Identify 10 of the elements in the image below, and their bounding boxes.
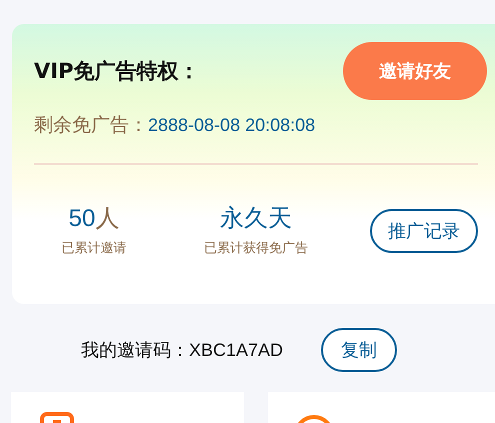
stat-value: 永久天	[220, 205, 292, 233]
expiry-value: 2888-08-08 20:08:08	[148, 115, 316, 136]
expiry-label: 剩余免广告：	[34, 113, 148, 138]
stat-label: 已累计获得免广告	[204, 240, 308, 257]
copy-button[interactable]: 复制	[321, 328, 398, 372]
stat-value: 50人	[68, 205, 120, 233]
invite-code: 我的邀请码：XBC1A7AD	[81, 339, 284, 362]
stat-label: 已累计邀请	[62, 240, 126, 257]
card-title: VIP免广告特权：	[34, 58, 200, 85]
records-button[interactable]: 推广记录	[370, 209, 478, 253]
